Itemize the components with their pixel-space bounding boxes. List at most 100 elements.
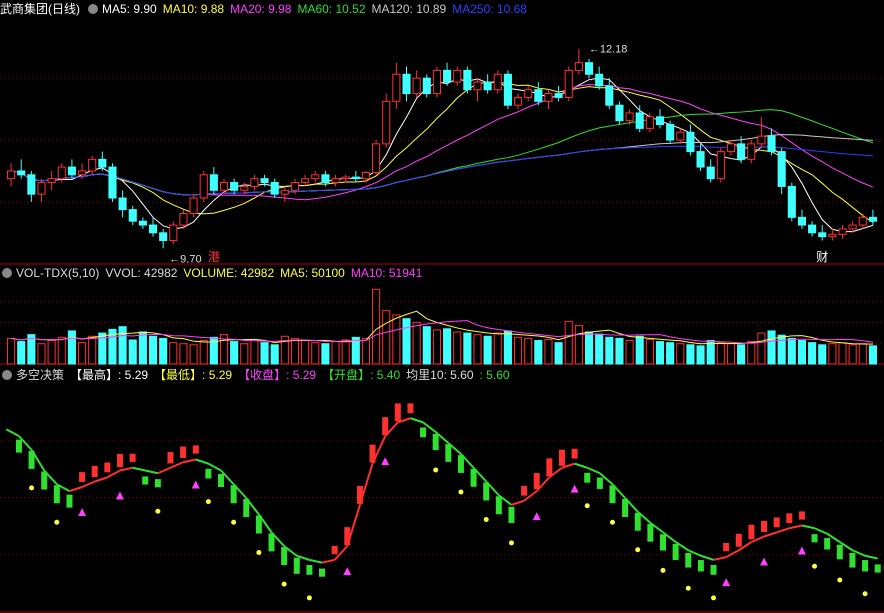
candle-body [686,131,695,153]
signal-block [445,444,452,462]
trend-curve-segment [864,554,878,560]
trend-curve-segment [814,527,828,535]
candle-body [747,143,756,160]
signal-block [521,485,528,496]
signal-dot [231,519,237,525]
volume-bar [57,336,66,365]
signal-dot [635,547,641,553]
signal-block [180,446,187,458]
candle-body [240,185,249,191]
candle-body [37,182,46,195]
volume-bar [645,338,654,365]
volume-bar [260,342,269,365]
signal-dot [862,591,868,597]
candle-body [321,174,330,184]
trend-curve-segment [5,428,20,438]
trend-curve-segment [713,556,727,561]
trend-curve-segment [776,527,790,534]
candle-body [27,174,36,195]
signal-block [281,547,288,566]
volume-bar [534,340,543,365]
volume-bar [625,340,634,365]
candle-body [412,77,421,95]
candle-body [138,220,147,226]
signal-block [735,533,742,547]
volume-bar [148,335,158,365]
signal-block [116,454,123,467]
candle-body [838,228,847,235]
candle-body [402,73,411,95]
trend-curve-segment [119,466,133,472]
volume-bar [574,325,583,365]
candle-body [331,178,340,184]
volume-bar [169,342,178,365]
volume-bar [777,334,786,365]
volume-bar [443,328,452,365]
volume-bar [240,343,249,365]
signal-block [457,455,464,473]
signal-dot [837,577,843,583]
volume-bar [250,338,259,365]
stock-chart[interactable]: ←12.18 ←9.70 港 财 [0,0,884,613]
candle-body [179,212,188,226]
signal-triangle [570,484,579,493]
volume-bar [808,342,817,365]
signal-block [154,479,161,488]
volume-bar [767,330,776,365]
signal-block [786,513,793,524]
signal-block [849,552,856,568]
volume-bar [382,310,391,365]
candle-body [67,166,76,176]
signal-block [596,477,603,489]
candle-body [169,224,178,242]
volume-bar [564,320,573,365]
volume-bar [301,340,310,365]
candle-body [230,182,239,191]
candle-body [534,89,543,102]
volume-bar [818,344,827,365]
candle-body [595,73,604,87]
volume-bar [666,342,675,365]
candle-body [311,174,320,180]
signal-block [420,427,427,438]
signal-block [685,552,692,568]
volume-bar [77,342,87,365]
trend-curve-segment [586,466,601,475]
candle-body [737,143,746,160]
candle-body [544,93,553,102]
volume-bar [412,321,421,365]
volume-bar [828,343,837,365]
volume-bar [372,288,381,365]
signal-block [546,458,553,477]
volume-bar [473,334,482,365]
trend-curve-segment [801,524,815,530]
volume-bar [47,340,56,365]
candle-body [787,185,796,218]
volume-bar [189,344,198,365]
signal-dot [29,485,35,491]
candle-body [260,178,269,184]
candle-body [372,143,381,173]
signal-block [710,564,717,575]
volume-bar [422,326,431,365]
candle-body [574,62,583,71]
volume-bar [524,337,533,365]
candle-body [199,174,208,199]
candle-body [706,166,715,180]
volume-bar [483,335,492,365]
candle-body [493,73,502,91]
volume-bar [118,326,127,365]
signal-block [142,476,149,485]
candle-body [858,216,867,226]
volume-bar [432,329,441,365]
volume-bar [716,342,725,365]
candle-body [828,233,837,238]
signal-block [584,472,591,483]
signal-dot [256,550,262,555]
candle-body [757,135,766,145]
signal-block [344,527,351,546]
candle-body [118,197,127,211]
volume-bar [7,337,16,365]
trend-curve-segment [81,480,96,488]
candle-body [17,170,26,176]
